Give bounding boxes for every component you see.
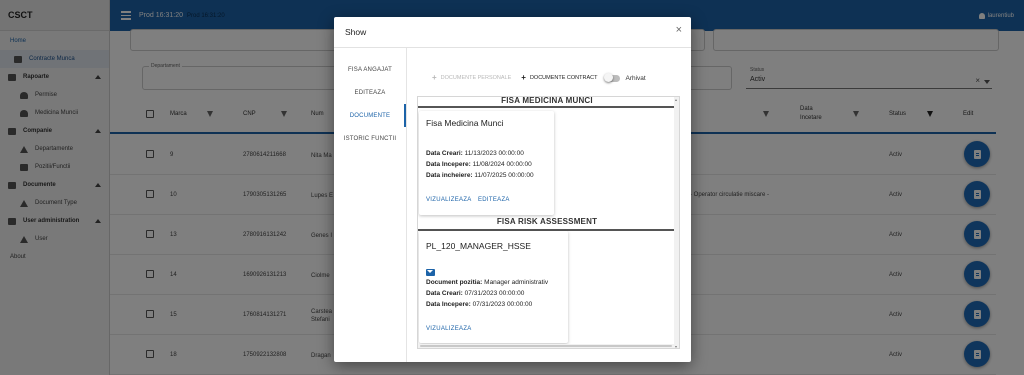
edit-button[interactable]: EDITEAZA xyxy=(478,197,510,203)
button-label: DOCUMENTE CONTRACT xyxy=(529,75,598,81)
card-detail: Data Incepere: 07/31/2023 00:00:00 xyxy=(426,301,533,308)
card-detail: Data Incepere: 11/08/2024 00:00:00 xyxy=(426,161,532,168)
document-card-medicina: Fisa Medicina Munci Data Creari: 11/13/2… xyxy=(419,111,554,215)
show-dialog: Show × FISA ANGAJAT EDITEAZA DOCUMENTE I… xyxy=(334,17,691,362)
scroll-down-icon[interactable] xyxy=(675,346,677,348)
card-title: Fisa Medicina Munci xyxy=(426,118,504,128)
card-detail: Data Creari: 11/13/2023 00:00:00 xyxy=(426,150,524,157)
documents-toolbar: + DOCUMENTE PERSONALE + DOCUMENTE CONTRA… xyxy=(432,73,646,82)
section-title-medicina: FISA MEDICINA MUNCI xyxy=(501,96,593,105)
dialog-header: Show × xyxy=(334,17,691,48)
section-title-risk: FISA RISK ASSESSMENT xyxy=(496,217,598,226)
view-button[interactable]: VIZUALIZEAZA xyxy=(426,197,472,203)
plus-icon: + xyxy=(521,73,526,82)
section-divider xyxy=(418,106,676,108)
horizontal-scrollbar[interactable] xyxy=(418,344,676,348)
tab-fisa-angajat[interactable]: FISA ANGAJAT xyxy=(334,58,406,81)
add-contract-documents-button[interactable]: + DOCUMENTE CONTRACT xyxy=(521,74,597,82)
tab-documente[interactable]: DOCUMENTE xyxy=(334,104,406,127)
vertical-scrollbar[interactable] xyxy=(674,97,679,348)
card-detail: Data Creari: 07/31/2023 00:00:00 xyxy=(426,290,525,297)
tab-editeaza[interactable]: EDITEAZA xyxy=(334,81,406,104)
scroll-up-icon[interactable] xyxy=(675,99,677,101)
button-label: DOCUMENTE PERSONALE xyxy=(440,75,512,81)
card-detail: Document pozitia: Manager administrativ xyxy=(426,279,549,286)
plus-icon: + xyxy=(432,73,437,82)
card-detail: Data incheiere: 11/07/2025 00:00:00 xyxy=(426,172,534,179)
view-button[interactable]: VIZUALIZEAZA xyxy=(426,326,472,332)
document-card-risk: PL_120_MANAGER_HSSE Document pozitia: Ma… xyxy=(419,231,568,343)
email-icon[interactable] xyxy=(426,269,435,276)
archived-toggle[interactable]: Arhivat xyxy=(604,73,646,82)
card-title: PL_120_MANAGER_HSSE xyxy=(426,241,531,251)
dialog-tabs: FISA ANGAJAT EDITEAZA DOCUMENTE ISTORIC … xyxy=(334,58,406,150)
toggle-switch[interactable] xyxy=(604,73,621,82)
tabs-divider xyxy=(406,48,407,362)
documents-panel: FISA MEDICINA MUNCI Fisa Medicina Munci … xyxy=(417,96,680,349)
tab-istoric-functii[interactable]: ISTORIC FUNCTII xyxy=(334,127,406,150)
close-icon[interactable]: × xyxy=(676,25,682,36)
add-personal-documents-button[interactable]: + DOCUMENTE PERSONALE xyxy=(432,74,511,82)
archived-label: Arhivat xyxy=(625,74,646,82)
dialog-title: Show xyxy=(345,27,367,37)
